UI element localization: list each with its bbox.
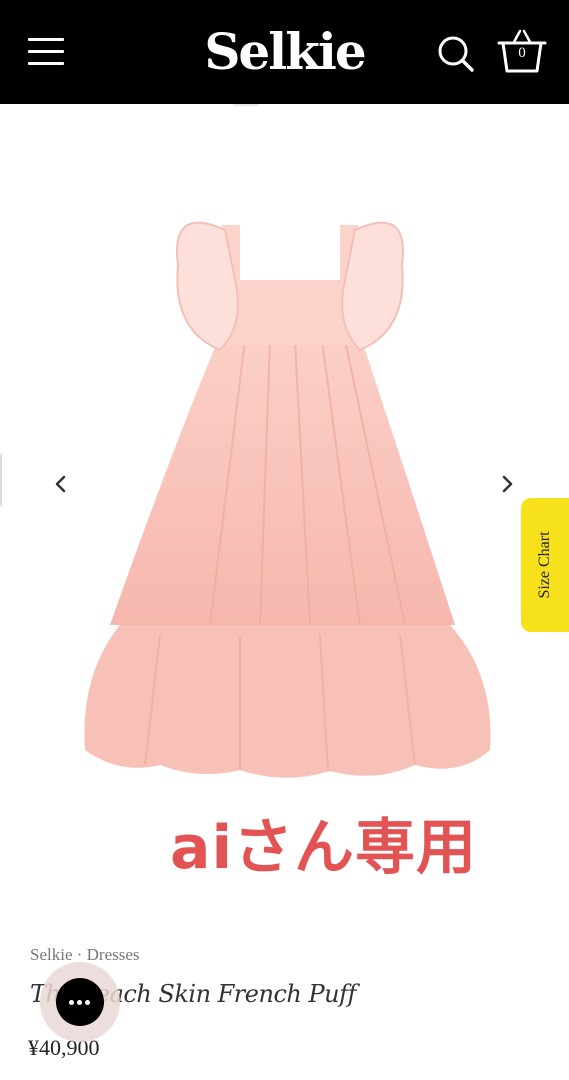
search-icon: [438, 36, 474, 72]
cart-count: 0: [518, 45, 526, 61]
size-chart-tab[interactable]: Size Chart: [521, 498, 569, 632]
brand-logo[interactable]: Selkie: [0, 22, 569, 82]
gallery-next-button[interactable]: [492, 469, 522, 499]
search-button[interactable]: [436, 34, 476, 74]
chevron-left-icon: [55, 475, 66, 493]
gallery-edge: [0, 454, 2, 506]
cart-button[interactable]: 0: [496, 28, 548, 76]
gallery-prev-button[interactable]: [46, 469, 76, 499]
overlay-text: aiさん専用: [170, 813, 478, 883]
size-chart-label: Size Chart: [536, 531, 553, 599]
gallery-indicator: [234, 104, 258, 106]
chat-button[interactable]: [56, 978, 104, 1026]
chevron-right-icon: [502, 475, 513, 493]
product-image-dress[interactable]: [60, 205, 510, 795]
site-header: Selkie 0: [0, 0, 569, 104]
